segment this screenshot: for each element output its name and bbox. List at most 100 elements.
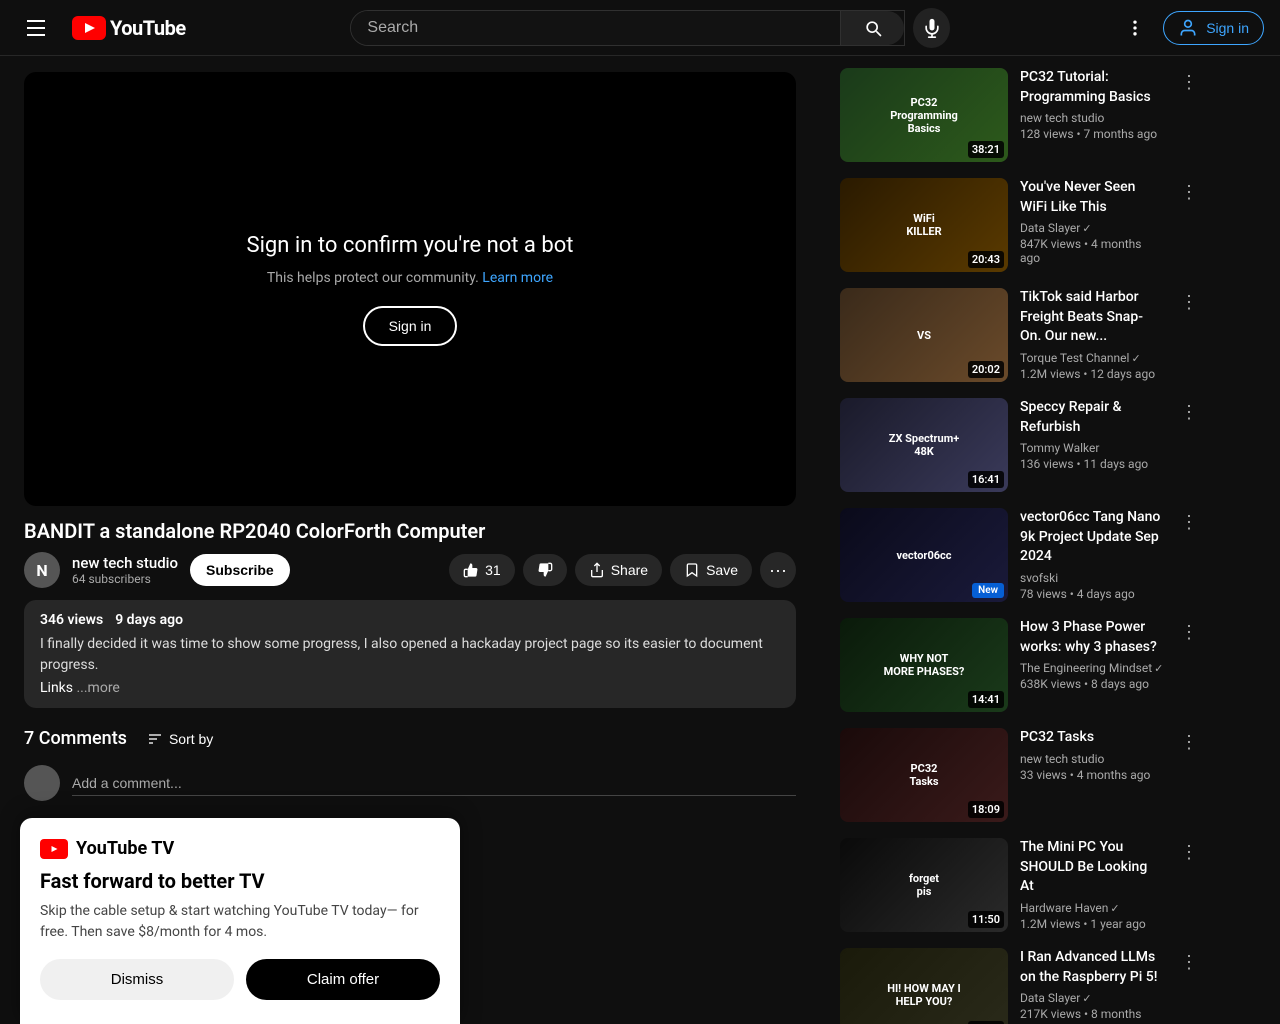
desc-links-row: Links ...more — [40, 680, 780, 696]
sidebar-channel-name: The Engineering Mindset✓ — [1020, 661, 1164, 675]
sidebar-channel-name: Data Slayer✓ — [1020, 221, 1164, 235]
sidebar-video-meta: 128 views • 7 months ago — [1020, 127, 1164, 141]
sidebar-video-title: The Mini PC You SHOULD Be Looking At — [1020, 838, 1164, 897]
menu-button[interactable] — [16, 8, 56, 48]
mic-icon — [922, 18, 942, 38]
video-info: The Mini PC You SHOULD Be Looking At Har… — [1016, 838, 1168, 932]
video-info: How 3 Phase Power works: why 3 phases? T… — [1016, 618, 1168, 712]
sidebar-channel-name: new tech studio — [1020, 111, 1164, 125]
account-icon — [1178, 18, 1198, 38]
user-avatar — [24, 765, 60, 801]
sidebar-video-meta: 136 views • 11 days ago — [1020, 457, 1164, 471]
sign-in-prompt-title: Sign in to confirm you're not a bot — [247, 233, 574, 258]
sign-in-label: Sign in — [1206, 20, 1249, 36]
share-button[interactable]: Share — [575, 554, 662, 586]
sidebar-video-item[interactable]: vector06cc New vector06cc Tang Nano 9k P… — [836, 504, 1206, 606]
sort-button[interactable]: Sort by — [147, 731, 213, 747]
sidebar-channel-name: Data Slayer✓ — [1020, 991, 1164, 1005]
sidebar-more-button[interactable]: ⋮ — [1176, 728, 1202, 757]
sign-in-button[interactable]: Sign in — [1163, 11, 1264, 45]
sidebar-video-title: How 3 Phase Power works: why 3 phases? — [1020, 618, 1164, 657]
sidebar-video-item[interactable]: PC32 Programming Basics 38:21 PC32 Tutor… — [836, 64, 1206, 166]
search-input[interactable] — [351, 11, 840, 45]
sidebar-video-item[interactable]: WHY NOT MORE PHASES? 14:41 How 3 Phase P… — [836, 614, 1206, 716]
upload-date: 9 days ago — [115, 612, 183, 628]
sort-icon — [147, 731, 163, 747]
sidebar-more-button[interactable]: ⋮ — [1176, 398, 1202, 427]
video-duration: 16:41 — [968, 471, 1004, 488]
sidebar-video-item[interactable]: VS 20:02 TikTok said Harbor Freight Beat… — [836, 284, 1206, 386]
verified-icon: ✓ — [1110, 902, 1119, 915]
sidebar-video-title: TikTok said Harbor Freight Beats Snap-On… — [1020, 288, 1164, 347]
sidebar-video-item[interactable]: ZX Spectrum+ 48K 16:41 Speccy Repair & R… — [836, 394, 1206, 496]
more-options-button[interactable] — [1115, 8, 1155, 48]
verified-icon: ✓ — [1082, 222, 1091, 235]
dismiss-button[interactable]: Dismiss — [40, 959, 234, 1000]
add-comment-row — [24, 765, 796, 801]
youtube-logo-icon — [72, 16, 106, 40]
links-label: Links — [40, 680, 73, 696]
sidebar-video-item[interactable]: WiFi KILLER 20:43 You've Never Seen WiFi… — [836, 174, 1206, 276]
comment-input[interactable] — [72, 771, 796, 796]
action-buttons: 31 Share — [449, 552, 796, 588]
sidebar-video-meta: 1.2M views • 1 year ago — [1020, 917, 1164, 931]
dislike-button[interactable] — [523, 554, 567, 586]
youtube-logo[interactable]: YouTube — [72, 16, 186, 40]
sidebar-video-title: You've Never Seen WiFi Like This — [1020, 178, 1164, 217]
verified-icon: ✓ — [1154, 662, 1163, 675]
sidebar-more-button[interactable]: ⋮ — [1176, 508, 1202, 537]
header-left: YouTube — [16, 8, 186, 48]
more-actions-button[interactable]: ··· — [760, 552, 796, 588]
mic-button[interactable] — [913, 8, 950, 48]
sidebar-channel-name: Hardware Haven✓ — [1020, 901, 1164, 915]
subscribe-button[interactable]: Subscribe — [190, 554, 290, 586]
video-info: vector06cc Tang Nano 9k Project Update S… — [1016, 508, 1168, 602]
video-duration: 11:50 — [968, 911, 1004, 928]
sidebar-more-button[interactable]: ⋮ — [1176, 68, 1202, 97]
sidebar-video-title: I Ran Advanced LLMs on the Raspberry Pi … — [1020, 948, 1164, 987]
sidebar-video-meta: 78 views • 4 days ago — [1020, 587, 1164, 601]
video-thumbnail: HI! HOW MAY I HELP YOU? 14:42 — [840, 948, 1008, 1024]
search-form — [350, 10, 905, 46]
sign-in-overlay: Sign in to confirm you're not a bot This… — [227, 213, 594, 366]
promo-logo: YouTube TV — [40, 838, 440, 859]
more-label[interactable]: ...more — [76, 680, 119, 696]
search-icon — [863, 18, 883, 38]
youtube-tv-logo-icon — [40, 839, 68, 859]
like-icon — [463, 562, 479, 578]
sidebar-video-item[interactable]: forget pis 11:50 The Mini PC You SHOULD … — [836, 834, 1206, 936]
save-button[interactable]: Save — [670, 554, 752, 586]
video-info: PC32 Tutorial: Programming Basics new te… — [1016, 68, 1168, 162]
sidebar-video-item[interactable]: PC32 Tasks 18:09 PC32 Tasks new tech stu… — [836, 724, 1206, 826]
search-button[interactable] — [840, 11, 904, 45]
sidebar-channel-name: new tech studio — [1020, 752, 1164, 766]
sidebar-more-button[interactable]: ⋮ — [1176, 288, 1202, 317]
dislike-icon — [537, 562, 553, 578]
claim-offer-button[interactable]: Claim offer — [246, 959, 440, 1000]
video-thumbnail: PC32 Tasks 18:09 — [840, 728, 1008, 822]
like-count: 31 — [485, 562, 501, 578]
channel-row: N new tech studio 64 subscribers Subscri… — [24, 552, 796, 588]
video-duration: 20:43 — [968, 251, 1004, 268]
sidebar-more-button[interactable]: ⋮ — [1176, 948, 1202, 977]
sign-in-overlay-button[interactable]: Sign in — [363, 306, 458, 346]
sidebar-video-meta: 1.2M views • 12 days ago — [1020, 367, 1164, 381]
like-button[interactable]: 31 — [449, 554, 515, 586]
video-thumbnail: ZX Spectrum+ 48K 16:41 — [840, 398, 1008, 492]
video-thumbnail: WHY NOT MORE PHASES? 14:41 — [840, 618, 1008, 712]
video-player: Sign in to confirm you're not a bot This… — [24, 72, 796, 506]
save-label: Save — [706, 562, 738, 578]
sidebar-video-meta: 638K views • 8 days ago — [1020, 677, 1164, 691]
sidebar-channel-name: svofski — [1020, 571, 1164, 585]
sidebar-video-title: PC32 Tasks — [1020, 728, 1164, 748]
video-duration: 18:09 — [968, 801, 1004, 818]
sidebar-more-button[interactable]: ⋮ — [1176, 178, 1202, 207]
learn-more-link[interactable]: Learn more — [482, 270, 553, 286]
video-duration: 20:02 — [968, 361, 1004, 378]
sidebar-video-item[interactable]: HI! HOW MAY I HELP YOU? 14:42 I Ran Adva… — [836, 944, 1206, 1024]
channel-info: N new tech studio 64 subscribers Subscri… — [24, 552, 290, 588]
promo-popup: YouTube TV Fast forward to better TV Ski… — [20, 818, 460, 1024]
sidebar-video-meta: 217K views • 8 months ago — [1020, 1007, 1164, 1024]
sidebar-more-button[interactable]: ⋮ — [1176, 838, 1202, 867]
sidebar-more-button[interactable]: ⋮ — [1176, 618, 1202, 647]
